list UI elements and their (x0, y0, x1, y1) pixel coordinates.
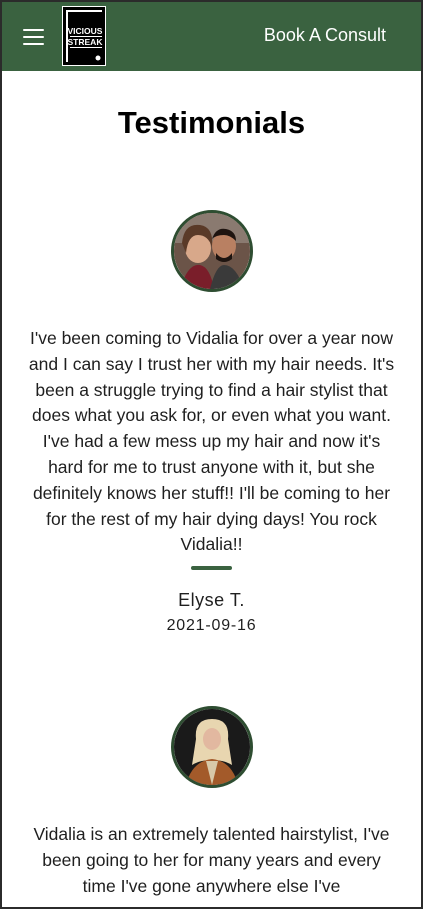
testimonial-date: 2021-09-16 (166, 617, 257, 635)
logo-line-2: STREAK (68, 37, 104, 47)
logo-line-1: VICIOUS (68, 26, 103, 36)
site-header: VICIOUS STREAK Book A Consult (2, 2, 421, 71)
hamburger-menu-icon[interactable] (23, 29, 44, 45)
testimonial-author: Elyse T. (178, 590, 245, 611)
avatar-woman-photo (173, 709, 250, 785)
logo-graphic: VICIOUS STREAK (66, 10, 104, 62)
testimonial-quote: I've been coming to Vidalia for over a y… (28, 328, 395, 555)
testimonial-card: I've been coming to Vidalia for over a y… (2, 210, 421, 635)
testimonial-card: Vidalia is an extremely talented hairsty… (2, 706, 421, 899)
page-title: Testimonials (117, 105, 306, 140)
vicious-streak-logo[interactable]: VICIOUS STREAK (62, 6, 106, 66)
testimonial-divider (191, 566, 232, 571)
testimonial-quote: Vidalia is an extremely talented hairsty… (33, 824, 390, 896)
book-consult-link[interactable]: Book A Consult (264, 25, 386, 46)
reviewer-avatar (170, 706, 253, 788)
reviewer-avatar (170, 210, 253, 292)
avatar-couple-photo (173, 213, 250, 289)
